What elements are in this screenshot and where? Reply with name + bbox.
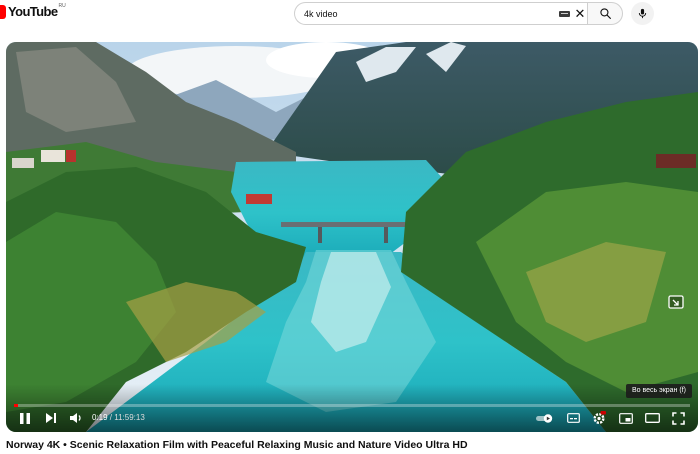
video-player[interactable]: Во весь экран (f) 0:19 / 11:59:13 [6,42,698,432]
picture-in-picture-icon[interactable] [668,295,684,309]
mute-button[interactable] [66,409,86,427]
volume-icon [70,413,81,423]
subtitles-icon [566,413,580,423]
miniplayer-icon [619,412,633,424]
progress-bar[interactable] [14,404,690,407]
current-time: 0:19 [92,413,108,422]
next-icon [46,413,56,423]
search-button[interactable] [587,2,623,25]
logo-region-code: RU [58,2,66,9]
search-box[interactable]: ✕ [294,2,587,25]
video-title: Norway 4K • Scenic Relaxation Film with … [6,439,468,451]
next-button[interactable] [41,409,61,427]
pause-icon [20,412,30,424]
fullscreen-tooltip: Во весь экран (f) [626,384,692,398]
settings-button[interactable] [589,409,609,427]
autoplay-toggle-icon [536,414,553,423]
keyboard-icon[interactable] [559,11,570,17]
masthead: YouTube RU ✕ [0,0,700,30]
duration: 11:59:13 [114,413,145,422]
subtitles-button[interactable] [563,409,583,427]
microphone-icon [638,8,647,19]
youtube-play-icon [0,4,6,19]
theater-mode-icon [644,413,660,423]
settings-icon [593,411,606,425]
fullscreen-icon [671,411,685,425]
pause-button[interactable] [14,409,36,427]
voice-search-button[interactable] [631,2,654,25]
search-icon [599,8,611,19]
autoplay-toggle[interactable] [534,409,556,427]
close-icon[interactable]: ✕ [573,6,587,22]
progress-played [14,404,19,407]
logo-text: YouTube [8,4,58,19]
miniplayer-button[interactable] [616,409,636,427]
theater-mode-button[interactable] [642,409,662,427]
youtube-logo[interactable]: YouTube RU [0,2,66,19]
fullscreen-button[interactable] [668,409,688,427]
video-frame[interactable] [6,42,698,432]
search-bar: ✕ [294,2,623,25]
search-input[interactable] [304,3,544,24]
time-display: 0:19 / 11:59:13 [92,411,145,425]
